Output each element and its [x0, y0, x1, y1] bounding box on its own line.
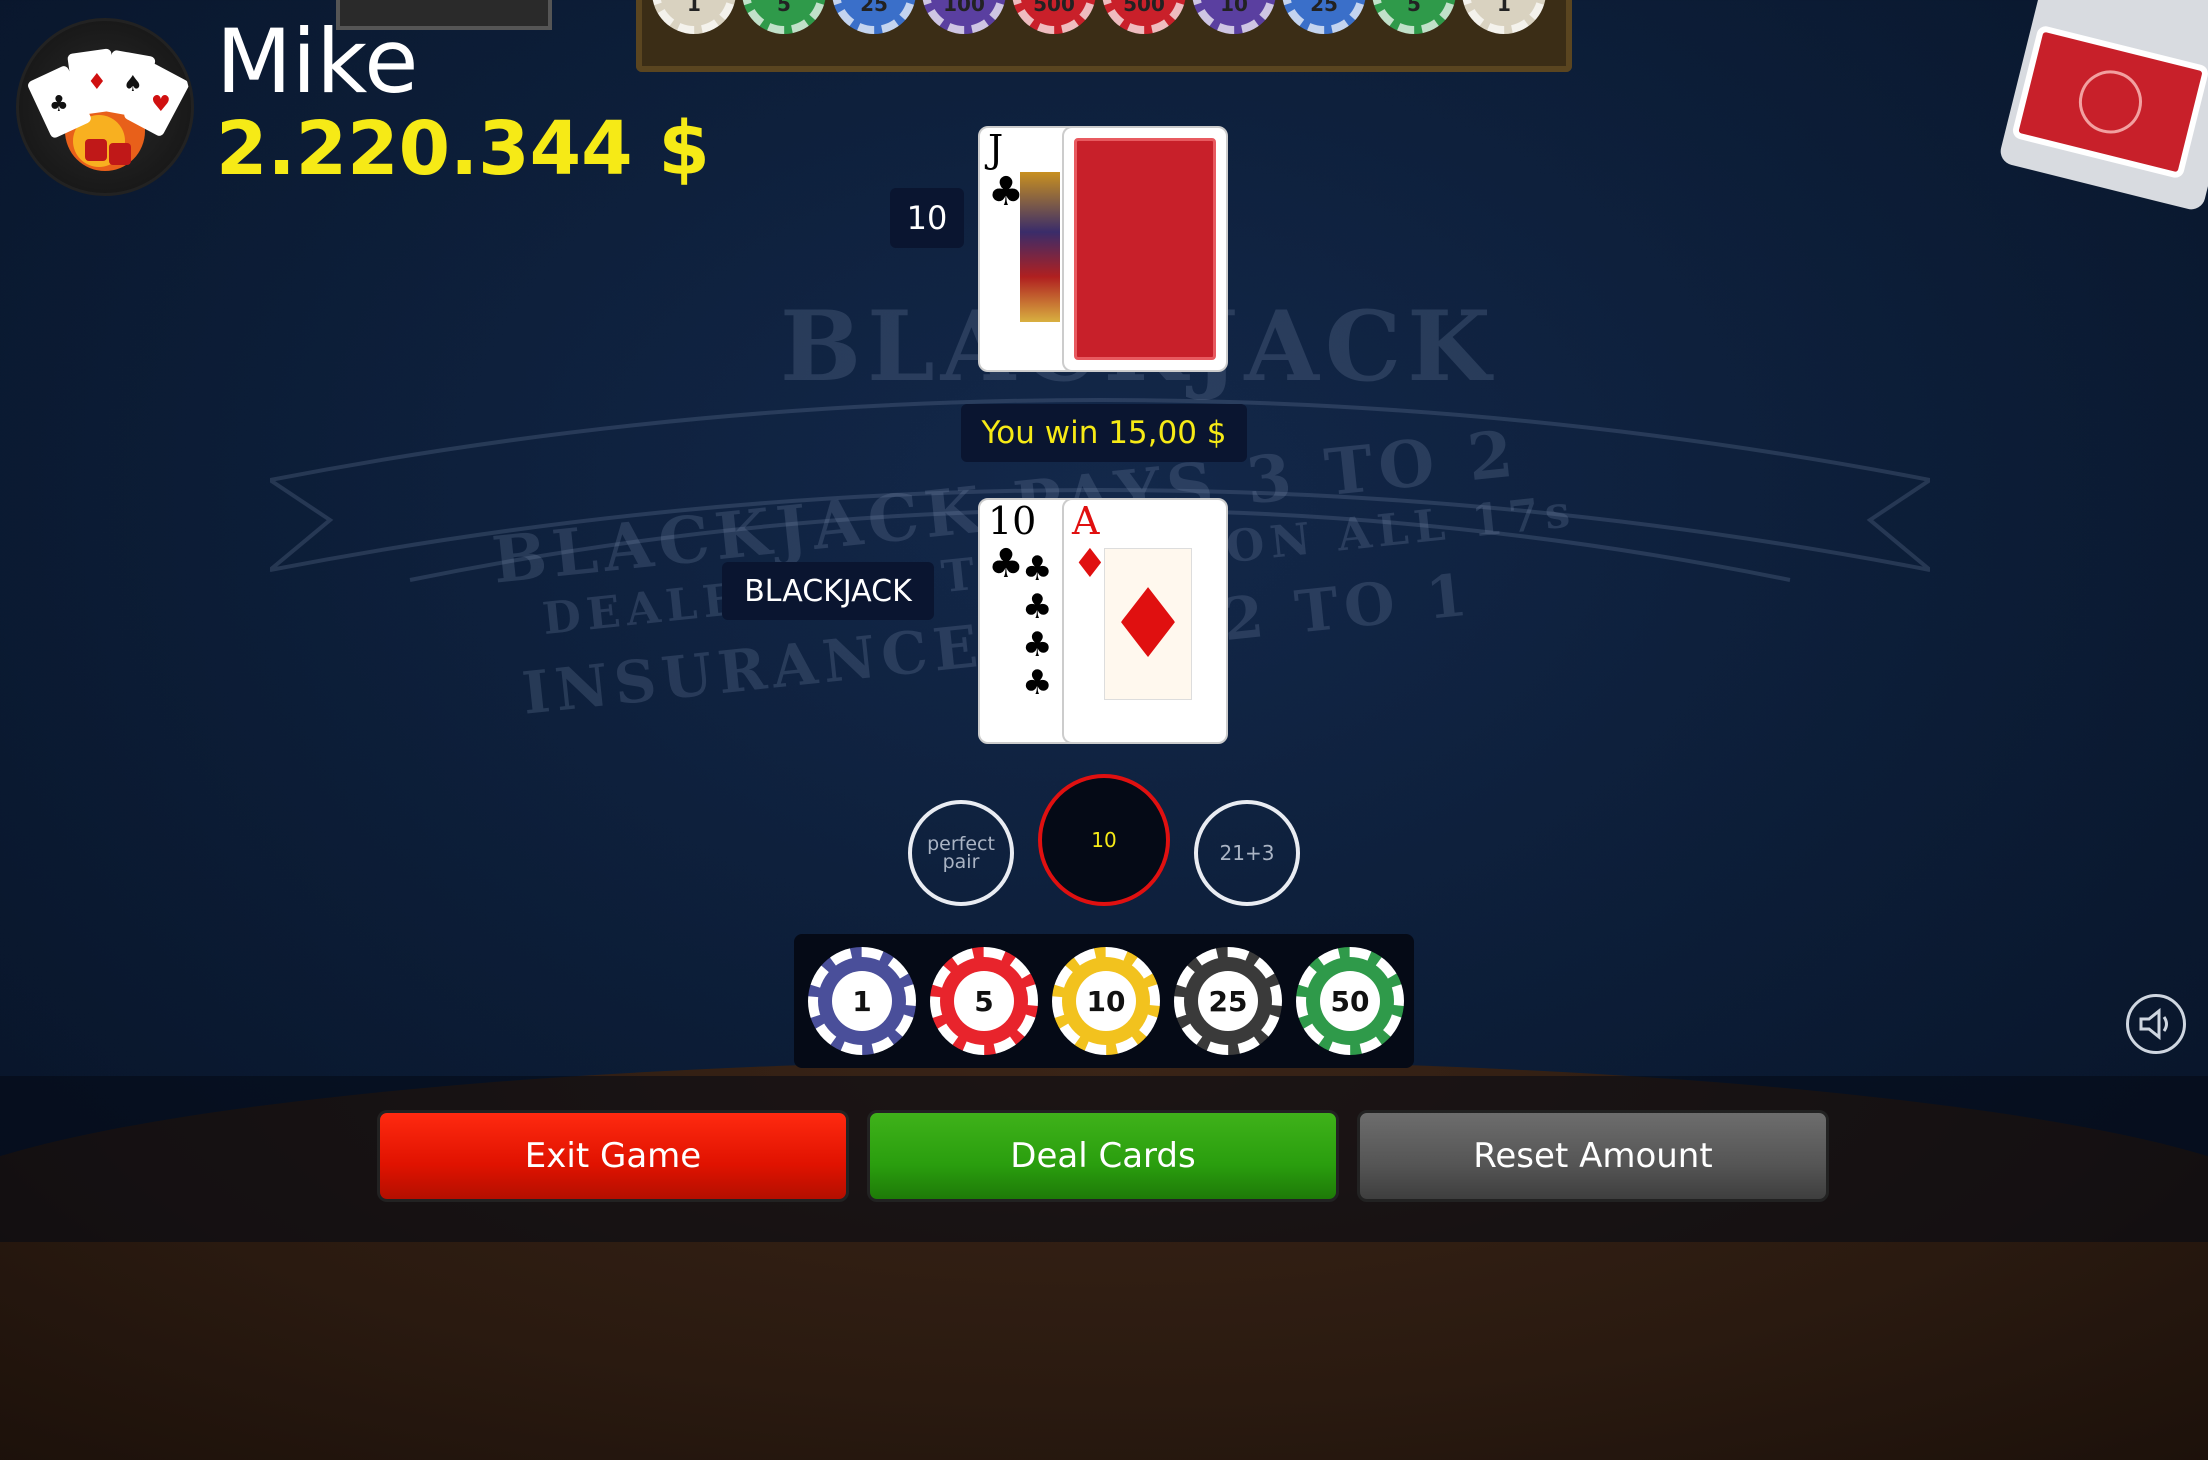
- card-rank: J: [988, 127, 1004, 171]
- chip-1[interactable]: 1: [808, 947, 916, 1055]
- tray-chip: 100: [922, 0, 1006, 34]
- main-bet-spot[interactable]: 10: [1038, 774, 1170, 906]
- svg-text:♣: ♣: [49, 92, 69, 117]
- chip-value: 10: [1076, 971, 1136, 1031]
- player-avatar: ♦ ♠ ♥ ♣: [16, 18, 194, 196]
- reset-amount-button[interactable]: Reset Amount: [1357, 1110, 1829, 1202]
- card-back-pattern: [1074, 138, 1216, 360]
- tray-chip: 1: [652, 0, 736, 34]
- chip-value: 5: [954, 971, 1014, 1031]
- chip-value: 50: [1320, 971, 1380, 1031]
- tray-chip: 25: [1282, 0, 1366, 34]
- dealer-chip-tray: 1 5 25 100 500 500 10 25 5 1: [636, 0, 1572, 72]
- club-pips: ♣ ♣ ♣ ♣: [1022, 549, 1053, 703]
- side-bet-21-3-spot[interactable]: 21+3: [1194, 800, 1300, 906]
- chip-value: 1: [832, 971, 892, 1031]
- chip-5[interactable]: 5: [930, 947, 1038, 1055]
- tray-chip: 500: [1012, 0, 1096, 34]
- card-shoe: [1983, 0, 2208, 234]
- perfect-pair-bet-spot[interactable]: perfect pair: [908, 800, 1014, 906]
- jack-face-art: [1020, 172, 1060, 322]
- club-icon: ♣: [988, 169, 1024, 215]
- deal-cards-button[interactable]: Deal Cards: [867, 1110, 1339, 1202]
- chip-value: 25: [1198, 971, 1258, 1031]
- svg-text:♦: ♦: [87, 70, 107, 95]
- exit-game-button[interactable]: Exit Game: [377, 1110, 849, 1202]
- svg-text:♠: ♠: [123, 72, 143, 97]
- player-name: Mike: [216, 10, 419, 113]
- tray-chip: 500: [1102, 0, 1186, 34]
- speaker-icon: [2139, 1007, 2168, 1041]
- result-message: You win 15,00 $: [961, 404, 1247, 462]
- sound-toggle[interactable]: [2126, 994, 2186, 1054]
- player-balance: 2.220.344 $: [216, 106, 710, 192]
- player-card: A ♦ ♦: [1062, 498, 1228, 744]
- chip-10[interactable]: 10: [1052, 947, 1160, 1055]
- tray-chip: 10: [1192, 0, 1276, 34]
- svg-text:♥: ♥: [151, 92, 171, 117]
- tray-chip: 5: [742, 0, 826, 34]
- ace-center-diamond: ♦: [1104, 548, 1192, 700]
- chip-25[interactable]: 25: [1174, 947, 1282, 1055]
- chip-selector: 1 5 10 25 50: [794, 934, 1414, 1068]
- card-rank: A: [1072, 499, 1100, 543]
- tray-chip: 25: [832, 0, 916, 34]
- diamond-icon: ♦: [1072, 541, 1108, 587]
- card-rank: 10: [988, 499, 1037, 543]
- tray-chip: 5: [1372, 0, 1456, 34]
- club-icon: ♣: [988, 541, 1024, 587]
- tray-chip: 1: [1462, 0, 1546, 34]
- dealer-score: 10: [890, 188, 964, 248]
- chip-50[interactable]: 50: [1296, 947, 1404, 1055]
- hand-label: BLACKJACK: [722, 562, 934, 620]
- cards-fire-icon: ♦ ♠ ♥ ♣: [28, 48, 189, 171]
- dealer-hole-card: [1062, 126, 1228, 372]
